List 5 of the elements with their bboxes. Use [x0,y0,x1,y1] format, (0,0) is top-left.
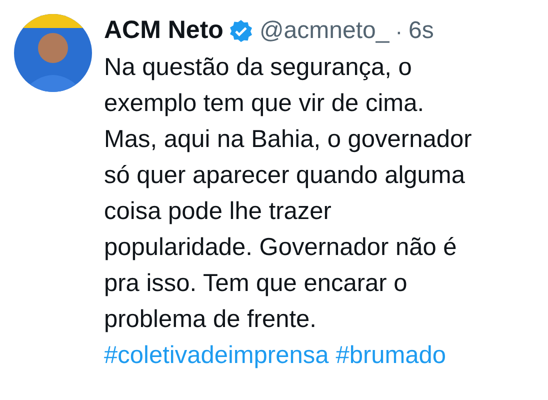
author-handle[interactable]: @acmneto_ [259,13,390,49]
tweet-time[interactable]: 6s [408,13,434,49]
author-name[interactable]: ACM Neto [104,12,224,50]
separator: · [395,18,403,46]
tweet-text: Na questão da segurança, o exemplo tem que vir de cima. Mas, aqui na Bahia, o governador só quer aparecer quando alguma coisa pode lhe trazer popularidade. Governador não é pra isso. Tem que encarar o problema de frente. [104,53,472,335]
